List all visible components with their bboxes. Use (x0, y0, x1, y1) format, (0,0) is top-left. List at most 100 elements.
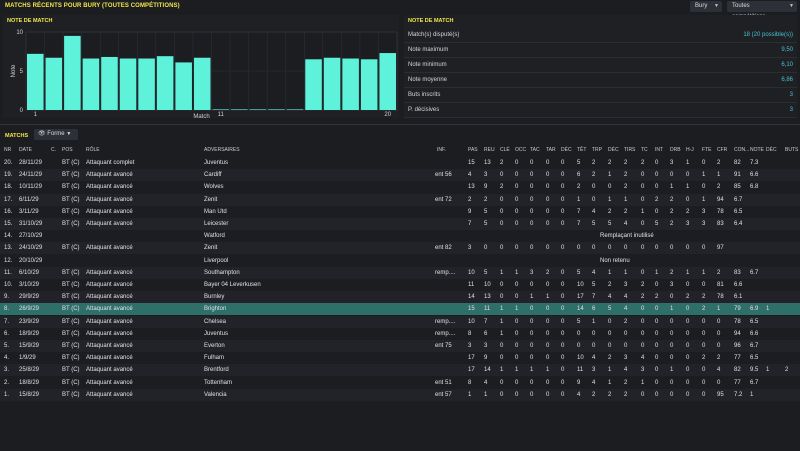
table-row[interactable]: 14. 27/10/29 Watford Remplaçant inutilisé (0, 230, 800, 242)
cell-stat: 0 (717, 379, 721, 386)
column-header[interactable]: CFR (717, 147, 727, 153)
cell-stat: 4 (624, 221, 628, 227)
cell-stat: 2 (702, 306, 706, 313)
table-row[interactable]: 1. 15/8/29 BT (C) Attaquant avancé Valencia e… (0, 388, 800, 401)
cell-stat: 0 (530, 343, 534, 349)
table-row[interactable]: 2. 18/8/29 BT (C) Attaquant avancé Tottenham… (0, 377, 800, 389)
column-header[interactable]: C. (51, 147, 56, 153)
cell-stat: 95 (717, 391, 724, 398)
column-header[interactable]: TAR (546, 147, 556, 153)
cell-role: Attaquant avancé (86, 355, 133, 362)
cell-stat: 0 (530, 379, 534, 386)
cell-stat: 4 (717, 367, 721, 374)
cell-nr: 18. (4, 184, 13, 191)
cell-opponent: Zenit (204, 196, 218, 203)
team-select[interactable]: Bury ▼ (690, 1, 722, 12)
table-row[interactable]: 8. 26/9/29 BT (C) Attaquant avancé Brighton 1… (0, 303, 800, 316)
table-row[interactable]: 9. 29/9/29 BT (C) Attaquant avancé Burnley 14… (0, 291, 800, 304)
cell-stat: 0 (655, 391, 659, 398)
column-header[interactable]: DRB (670, 147, 681, 153)
column-header[interactable]: CLÉ (500, 147, 510, 153)
table-row[interactable]: 11. 6/10/29 BT (C) Attaquant avancé Southamp… (0, 266, 800, 279)
column-header[interactable]: INT (655, 147, 663, 153)
cell-stat: 1 (670, 367, 674, 374)
stat-value: 6,10 (781, 62, 793, 68)
column-header[interactable]: ADVERSAIRES (204, 147, 240, 153)
column-header[interactable]: TIRS (624, 147, 635, 153)
cell-stat: 1 (608, 367, 612, 374)
cell-stat: 94 (717, 196, 724, 203)
table-row[interactable]: 5. 15/9/29 BT (C) Attaquant avancé Everton en… (0, 340, 800, 352)
competition-select[interactable]: Toutes compétitions▼ (727, 1, 797, 20)
cell-stat: 0 (515, 294, 519, 301)
column-header[interactable]: DÉC (561, 147, 572, 153)
cell-stat: 0 (561, 160, 565, 166)
cell-stat: 1 (515, 306, 519, 313)
cell-stat: 6.7 (750, 269, 759, 276)
column-header[interactable]: CON... (734, 147, 749, 153)
cell-stat: 0 (624, 330, 628, 337)
column-header[interactable]: TRP (592, 147, 602, 153)
form-filter-dropdown[interactable]: 👁 Forme ▼ (34, 129, 78, 140)
column-header[interactable]: OCC (515, 147, 526, 153)
cell-nr: 19. (4, 172, 13, 179)
cell-stat: 83 (717, 221, 724, 227)
table-row[interactable]: 10. 3/10/29 BT (C) Attaquant avancé Bayer 04… (0, 279, 800, 291)
cell-stat: 6.6 (734, 282, 743, 288)
table-row[interactable]: 12. 20/10/29 Liverpool Non retenu (0, 255, 800, 267)
column-header[interactable]: REU (484, 147, 495, 153)
cell-stat: 0 (670, 172, 674, 179)
cell-info: ent 57 (435, 391, 452, 398)
cell-stat: 3 (484, 172, 488, 179)
table-row[interactable]: 4. 1/9/29 BT (C) Attaquant avancé Fulham 17 9 0… (0, 352, 800, 364)
cell-stat: 0 (686, 355, 690, 362)
cell-stat: 3 (624, 355, 628, 362)
stat-value: 3 (789, 107, 793, 113)
column-header[interactable]: TAC (530, 147, 540, 153)
chart-bar (231, 109, 248, 110)
table-row[interactable]: 20. 28/11/29 BT (C) Attaquant complet Juvent… (0, 157, 800, 169)
cell-stat: 5 (592, 282, 596, 288)
cell-stat: 2 (655, 196, 659, 203)
column-header[interactable]: BUTS (785, 147, 798, 153)
cell-status-note: Remplaçant inutilisé (600, 233, 654, 240)
table-row[interactable]: 6. 18/9/29 BT (C) Attaquant avancé Juventus r… (0, 328, 800, 340)
column-header[interactable]: NOTE (750, 147, 764, 153)
column-header[interactable]: TC (641, 147, 648, 153)
table-row[interactable]: 13. 24/10/29 BT (C) Attaquant avancé Zenit en… (0, 242, 800, 255)
cell-stat: 0 (561, 306, 565, 313)
cell-stat: 3 (641, 367, 645, 374)
cell-info: ent 72 (435, 196, 452, 203)
column-header[interactable]: H-J (686, 147, 694, 153)
column-header[interactable]: FTE (702, 147, 711, 153)
section-divider (0, 124, 800, 125)
column-header[interactable]: INF. (437, 147, 446, 153)
table-row[interactable]: 3. 25/8/29 BT (C) Attaquant avancé Brentford… (0, 364, 800, 377)
table-row[interactable]: 18. 10/11/29 BT (C) Attaquant avancé Wolves 1… (0, 181, 800, 193)
form-filter-label: Forme (47, 131, 65, 137)
cell-date: 3/10/29 (19, 282, 40, 288)
column-header[interactable]: TÊT (577, 147, 586, 153)
cell-stat: 0 (515, 391, 519, 398)
cell-stat: 0 (561, 172, 565, 179)
cell-stat: 1 (608, 379, 612, 386)
column-header[interactable]: DATE (19, 147, 32, 153)
cell-info: remp.... (435, 269, 456, 276)
cell-stat: 0 (641, 318, 645, 325)
table-row[interactable]: 17. 6/11/29 BT (C) Attaquant avancé Zenit ent… (0, 193, 800, 206)
column-header[interactable]: RÔLE (86, 147, 100, 153)
table-row[interactable]: 7. 23/9/29 BT (C) Attaquant avancé Chelsea re… (0, 315, 800, 328)
stat-label: Match(s) disputé(s) (408, 32, 460, 38)
cell-stat: 0 (577, 330, 581, 337)
column-header[interactable]: NR (4, 147, 11, 153)
cell-stat: 0 (702, 330, 706, 337)
column-header[interactable]: DÉC (608, 147, 619, 153)
table-row[interactable]: 19. 24/11/29 BT (C) Attaquant avancé Cardiff… (0, 169, 800, 182)
column-header[interactable]: PAS (468, 147, 478, 153)
table-row[interactable]: 16. 3/11/29 BT (C) Attaquant avancé Man Utd 9… (0, 206, 800, 218)
cell-stat: 6.4 (734, 221, 743, 227)
table-row[interactable]: 15. 31/10/29 BT (C) Attaquant avancé Leicest… (0, 218, 800, 230)
column-header[interactable]: DÉC (766, 147, 777, 153)
column-header[interactable]: POS (62, 147, 73, 153)
cell-stat: 0 (561, 367, 565, 374)
